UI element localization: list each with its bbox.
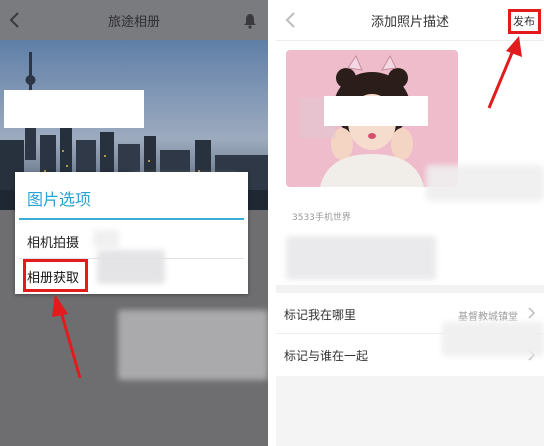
right-page-title: 添加照片描述 <box>370 15 449 30</box>
dialog-title: 图片选项 <box>27 190 92 209</box>
tag-people-row-label: 标记与谁在一起 <box>284 349 369 363</box>
redaction-patch <box>97 250 165 284</box>
screen-gap <box>268 0 276 446</box>
redaction-patch <box>324 96 428 126</box>
bell-icon[interactable] <box>243 13 257 29</box>
bottom-area <box>276 376 544 446</box>
left-nav-bar: 旅途相册 <box>0 0 268 40</box>
left-phone-screen: 旅途相册 图片选项 相机拍摄 相册获取 <box>0 0 268 446</box>
redaction-patch <box>426 165 544 201</box>
right-phone-screen: 添加照片描述 发布 3533手机世界 标记我在哪里 基督教城镇堂 标记与谁在一起 <box>276 0 544 446</box>
left-page-title: 旅途相册 <box>107 15 160 30</box>
redaction-patch <box>118 310 268 380</box>
watermark-text: 3533手机世界 <box>292 213 351 223</box>
right-nav-bar: 添加照片描述 发布 <box>276 0 544 41</box>
location-row-label: 标记我在哪里 <box>284 308 357 322</box>
dialog-divider <box>19 218 244 220</box>
section-gap <box>276 285 544 293</box>
highlight-box-publish <box>508 9 541 34</box>
highlight-box-album <box>23 259 88 292</box>
redaction-patch <box>93 230 119 248</box>
option-camera-label: 相机拍摄 <box>27 236 80 251</box>
redaction-patch <box>286 236 436 280</box>
location-row-value: 基督教城镇堂 <box>458 312 518 323</box>
chevron-right-icon <box>528 307 536 319</box>
redaction-patch <box>442 322 544 356</box>
redaction-patch <box>4 90 144 128</box>
